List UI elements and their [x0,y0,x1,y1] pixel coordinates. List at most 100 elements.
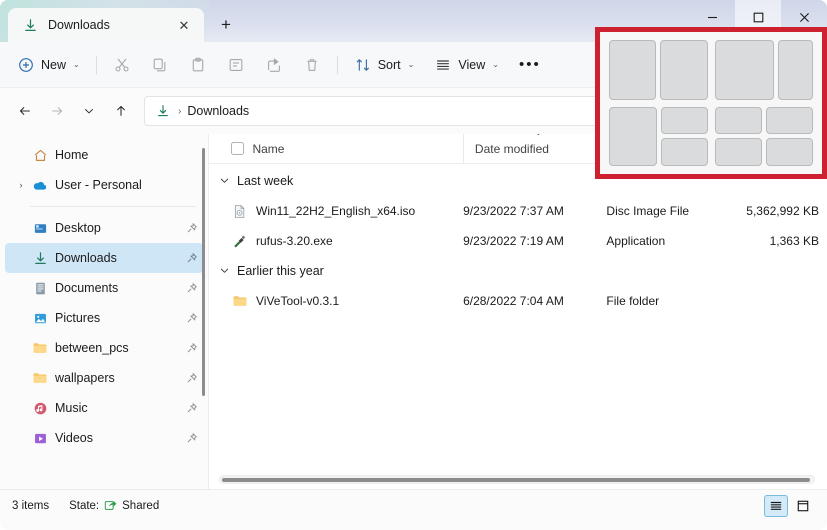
copy-button[interactable] [142,49,178,81]
cut-button[interactable] [104,49,140,81]
paste-button[interactable] [180,49,216,81]
pin-icon[interactable] [181,282,203,294]
plus-circle-icon [17,56,35,74]
forward-button[interactable] [42,96,72,126]
sidebar-item-label: Home [55,148,89,162]
snap-pane[interactable] [765,106,813,135]
view-button[interactable]: View ⌄ [425,49,508,81]
sidebar-item-music[interactable]: Music [5,393,203,423]
file-name-cell[interactable]: Win11_22H2_English_x64.iso [231,203,463,220]
rename-button[interactable] [218,49,254,81]
sidebar-scrollbar[interactable] [202,148,205,396]
tab-close-icon[interactable]: ✕ [173,14,195,36]
file-name-label: Win11_22H2_English_x64.iso [256,204,416,218]
chevron-down-icon: ⌄ [492,60,499,69]
snap-pane[interactable] [714,106,762,135]
snap-pane[interactable] [661,106,708,135]
explorer-body: Home › User - Personal Desktop Downloads… [0,134,827,489]
snap-pane[interactable] [661,138,708,166]
snap-pane[interactable] [778,40,813,100]
share-icon [265,56,283,74]
column-header-name[interactable]: Name [252,134,462,164]
pin-icon[interactable] [181,402,203,414]
chevron-down-icon: ⌄ [73,60,80,69]
up-button[interactable] [106,96,136,126]
snap-pane[interactable] [660,40,708,100]
tab-downloads[interactable]: Downloads ✕ [8,8,204,42]
snap-option-four-quadrants[interactable] [714,106,813,166]
rename-icon [227,56,245,74]
large-icons-view-button[interactable] [791,495,815,517]
file-date-cell: 9/23/2022 7:19 AM [463,234,564,248]
recent-locations-button[interactable] [74,96,104,126]
desktop-icon [29,221,51,236]
back-button[interactable] [10,96,40,126]
sidebar-item-label: User - Personal [55,178,142,192]
details-view-button[interactable] [764,495,788,517]
folder-icon [29,370,51,386]
table-row[interactable]: Win11_22H2_English_x64.iso 9/23/2022 7:3… [209,196,827,226]
horizontal-scrollbar[interactable] [219,475,815,484]
sidebar-item-downloads[interactable]: Downloads [5,243,203,273]
sidebar-item-desktop[interactable]: Desktop [5,213,203,243]
sidebar-item-label: wallpapers [55,371,115,385]
column-header-date-modified[interactable]: ⌄ Date modified [462,134,607,164]
sidebar-item-wallpapers[interactable]: wallpapers [5,363,203,393]
file-name-cell[interactable]: rufus-3.20.exe [231,233,463,250]
sidebar-item-videos[interactable]: Videos [5,423,203,453]
snap-option-wide-left-narrow-right[interactable] [714,40,813,100]
chevron-down-icon[interactable] [219,175,230,188]
snap-option-left-large-right-stacked[interactable] [609,106,708,166]
sidebar-item-pictures[interactable]: Pictures [5,303,203,333]
breadcrumb-current[interactable]: Downloads [187,104,249,118]
sort-button[interactable]: Sort ⌄ [345,49,424,81]
snap-layouts-flyout[interactable] [595,27,827,179]
pin-icon[interactable] [181,252,203,264]
file-rows: Last week Win11_22H2_English_x64.iso 9/2… [209,164,827,489]
state-label: State: [69,500,100,512]
snap-stacked-column [661,106,708,166]
new-tab-button[interactable]: + [211,9,241,39]
share-button[interactable] [256,49,292,81]
status-badge: State: Shared [69,498,159,514]
file-date-cell: 6/28/2022 7:04 AM [463,294,564,308]
file-explorer-window: Downloads ✕ + New ⌄ Sort ⌄ View ⌄ ••• › … [0,0,827,530]
pin-icon[interactable] [181,432,203,444]
sidebar-item-documents[interactable]: Documents [5,273,203,303]
tab-label: Downloads [48,18,110,32]
file-size-cell: 5,362,992 KB [746,204,819,218]
sidebar-item-home[interactable]: Home [5,140,203,170]
copy-icon [151,56,169,74]
snap-pane[interactable] [714,138,762,166]
chevron-right-icon[interactable]: › [13,180,29,190]
chevron-down-icon[interactable] [219,265,230,278]
breadcrumb-separator: › [178,105,182,117]
view-toggle-group [764,495,815,517]
snap-option-two-equal-columns[interactable] [609,40,708,100]
group-header-earlier-this-year[interactable]: Earlier this year [209,256,827,286]
pin-icon[interactable] [181,372,203,384]
sidebar-item-user-personal[interactable]: › User - Personal [5,170,203,200]
breadcrumb[interactable]: › Downloads [154,102,612,120]
see-more-button[interactable]: ••• [510,49,550,81]
scrollbar-thumb[interactable] [222,477,811,482]
pin-icon[interactable] [181,312,203,324]
pin-icon[interactable] [181,222,203,234]
sidebar-item-between-pcs[interactable]: between_pcs [5,333,203,363]
pin-icon[interactable] [181,342,203,354]
download-icon [21,16,39,34]
snap-pane[interactable] [765,138,813,166]
table-row[interactable]: rufus-3.20.exe 9/23/2022 7:19 AM Applica… [209,226,827,256]
documents-icon [29,281,51,296]
file-name-cell[interactable]: ViVeTool-v0.3.1 [231,293,463,310]
snap-pane[interactable] [609,40,657,100]
new-button[interactable]: New ⌄ [8,49,89,81]
delete-button[interactable] [294,49,330,81]
table-row[interactable]: ViVeTool-v0.3.1 6/28/2022 7:04 AM File f… [209,286,827,316]
snap-pane[interactable] [714,40,775,100]
new-button-label: New [41,57,67,72]
shared-icon [104,498,117,514]
state-value: Shared [122,500,160,512]
snap-pane[interactable] [609,106,658,166]
select-all-checkbox[interactable] [231,142,252,155]
